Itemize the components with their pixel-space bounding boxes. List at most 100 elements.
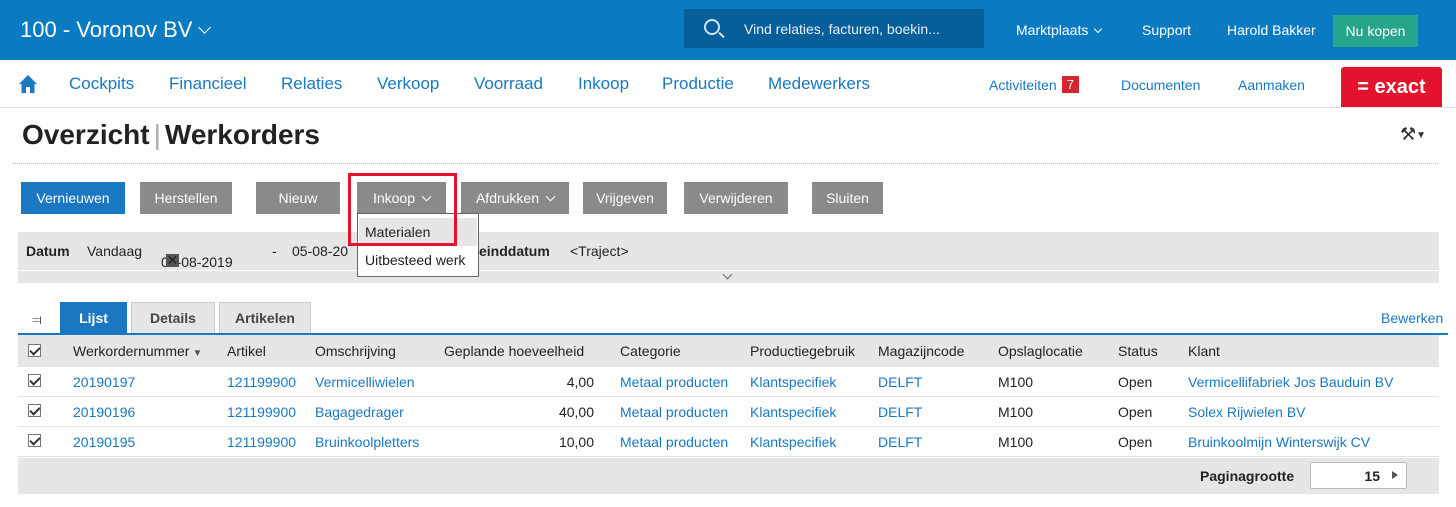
- tab-lijst[interactable]: Lijst: [60, 302, 127, 333]
- vrijgeven-button[interactable]: Vrijgeven: [583, 182, 667, 214]
- pin-icon[interactable]: ⫤: [32, 312, 42, 328]
- table-header: Werkordernummer ▼ Artikel Omschrijving Ge…: [18, 335, 1439, 367]
- home-icon[interactable]: [18, 74, 38, 94]
- col-omschrijving[interactable]: Omschrijving: [315, 343, 396, 359]
- opslaglocatie-cell: M100: [998, 374, 1034, 390]
- chevron-down-icon: [1094, 24, 1103, 34]
- artikel-link[interactable]: 121199900: [227, 404, 296, 420]
- magazijn-link[interactable]: DELFT: [878, 374, 922, 390]
- table-row[interactable]: 20190196 121199900 Bagagedrager 40,00 Me…: [18, 397, 1439, 427]
- sort-desc-icon: ▼: [192, 348, 203, 359]
- productiegebruik-link[interactable]: Klantspecifiek: [750, 374, 836, 390]
- nav-verkoop[interactable]: Verkoop: [377, 74, 439, 94]
- productiegebruik-link[interactable]: Klantspecifiek: [750, 404, 836, 420]
- nav-cockpits[interactable]: Cockpits: [69, 74, 134, 94]
- klant-link[interactable]: Solex Rijwielen BV: [1188, 404, 1306, 420]
- search-input[interactable]: Vind relaties, facturen, boekin...: [744, 21, 940, 37]
- nav-voorraad[interactable]: Voorraad: [474, 74, 543, 94]
- tab-details[interactable]: Details: [131, 302, 215, 333]
- tab-artikelen[interactable]: Artikelen: [219, 302, 311, 333]
- menu-item-materialen[interactable]: Materialen: [359, 218, 477, 246]
- col-opslaglocatie[interactable]: Opslaglocatie: [998, 343, 1083, 359]
- werkordernummer-link[interactable]: 20190195: [73, 434, 135, 450]
- status-cell: Open: [1118, 404, 1153, 420]
- page-size-value: 15: [1364, 468, 1380, 484]
- row-checkbox[interactable]: [28, 374, 41, 387]
- omschrijving-link[interactable]: Vermicelliwielen: [315, 374, 415, 390]
- nav-inkoop[interactable]: Inkoop: [578, 74, 629, 94]
- tools-icon: ⚒: [1400, 124, 1417, 144]
- date-to-field[interactable]: 05-08-20: [292, 243, 348, 259]
- datum-label: Datum: [26, 243, 70, 259]
- hoeveelheid-cell: 4,00: [566, 374, 594, 390]
- table-footer: Paginagrootte 15: [18, 458, 1439, 494]
- omschrijving-link[interactable]: Bagagedrager: [315, 404, 404, 420]
- table-row[interactable]: 20190197 121199900 Vermicelliwielen 4,00…: [18, 367, 1439, 397]
- vernieuwen-button[interactable]: Vernieuwen: [21, 182, 125, 214]
- company-selector[interactable]: 100 - Voronov BV: [20, 17, 212, 43]
- sluiten-button[interactable]: Sluiten: [812, 182, 883, 214]
- row-checkbox[interactable]: [28, 404, 41, 417]
- menu-item-uitbesteed-werk[interactable]: Uitbesteed werk: [359, 246, 477, 274]
- search-box[interactable]: Vind relaties, facturen, boekin...: [684, 9, 984, 48]
- categorie-link[interactable]: Metaal producten: [620, 434, 728, 450]
- col-productiegebruik[interactable]: Productiegebruik: [750, 343, 855, 359]
- nav-medewerkers[interactable]: Medewerkers: [768, 74, 870, 94]
- categorie-link[interactable]: Metaal producten: [620, 404, 728, 420]
- exact-logo[interactable]: = exact: [1341, 67, 1442, 107]
- filter-expander[interactable]: [18, 269, 1439, 283]
- artikel-link[interactable]: 121199900: [227, 374, 296, 390]
- col-magazijncode[interactable]: Magazijncode: [878, 343, 964, 359]
- klant-link[interactable]: Bruinkoolmijn Winterswijk CV: [1188, 434, 1370, 450]
- werkordernummer-link[interactable]: 20190196: [73, 404, 135, 420]
- herstellen-button[interactable]: Herstellen: [140, 182, 232, 214]
- col-categorie[interactable]: Categorie: [620, 343, 681, 359]
- documenten-link[interactable]: Documenten: [1121, 77, 1200, 93]
- activiteiten-badge: 7: [1061, 76, 1079, 93]
- datum-mode-select[interactable]: Vandaag: [87, 243, 142, 259]
- activiteiten-link[interactable]: Activiteiten 7: [989, 76, 1079, 94]
- aanmaken-link[interactable]: Aanmaken: [1238, 77, 1305, 93]
- table-row[interactable]: 20190195 121199900 Bruinkoolpletters 10,…: [18, 427, 1439, 457]
- clear-icon[interactable]: ✕: [166, 253, 179, 267]
- afdrukken-button[interactable]: Afdrukken: [461, 182, 569, 214]
- col-klant[interactable]: Klant: [1188, 343, 1220, 359]
- magazijn-link[interactable]: DELFT: [878, 434, 922, 450]
- productiegebruik-link[interactable]: Klantspecifiek: [750, 434, 836, 450]
- row-checkbox[interactable]: [28, 434, 41, 447]
- user-menu[interactable]: Harold Bakker: [1227, 22, 1316, 38]
- marktplaats-label: Marktplaats: [1016, 22, 1089, 38]
- werkordernummer-link[interactable]: 20190197: [73, 374, 135, 390]
- verwijderen-button[interactable]: Verwijderen: [684, 182, 788, 214]
- chevron-down-icon: [198, 21, 212, 34]
- bewerken-link[interactable]: Bewerken: [1381, 310, 1443, 326]
- select-all-checkbox[interactable]: [28, 344, 41, 357]
- categorie-link[interactable]: Metaal producten: [620, 374, 728, 390]
- support-link[interactable]: Support: [1142, 22, 1191, 38]
- klant-link[interactable]: Vermicellifabriek Jos Bauduin BV: [1188, 374, 1393, 390]
- nav-relaties[interactable]: Relaties: [281, 74, 342, 94]
- nav-productie[interactable]: Productie: [662, 74, 734, 94]
- omschrijving-link[interactable]: Bruinkoolpletters: [315, 434, 419, 450]
- chevron-down-icon: [722, 269, 733, 280]
- page-size-select[interactable]: 15: [1310, 462, 1407, 489]
- buy-now-button[interactable]: Nu kopen: [1333, 15, 1418, 47]
- hoeveelheid-cell: 10,00: [558, 434, 594, 450]
- page-title: Overzicht | Werkorders: [22, 119, 320, 151]
- nav-financieel[interactable]: Financieel: [169, 74, 247, 94]
- caret-right-icon: [1392, 471, 1398, 479]
- tools-menu[interactable]: ⚒▼: [1400, 124, 1426, 145]
- artikel-link[interactable]: 121199900: [227, 434, 296, 450]
- col-status[interactable]: Status: [1118, 343, 1158, 359]
- magazijn-link[interactable]: DELFT: [878, 404, 922, 420]
- col-werkordernummer[interactable]: Werkordernummer ▼: [73, 343, 202, 359]
- caret-down-icon: ▼: [1416, 129, 1427, 141]
- einddatum-label: einddatum: [479, 243, 550, 259]
- title-separator: |: [153, 119, 161, 150]
- col-artikel[interactable]: Artikel: [227, 343, 266, 359]
- inkoop-button[interactable]: Inkoop: [357, 182, 446, 214]
- traject-select[interactable]: <Traject>: [570, 243, 629, 259]
- col-geplande-hoeveelheid[interactable]: Geplande hoeveelheid: [444, 343, 584, 359]
- nieuw-button[interactable]: Nieuw: [256, 182, 340, 214]
- marktplaats-menu[interactable]: Marktplaats: [1016, 22, 1103, 38]
